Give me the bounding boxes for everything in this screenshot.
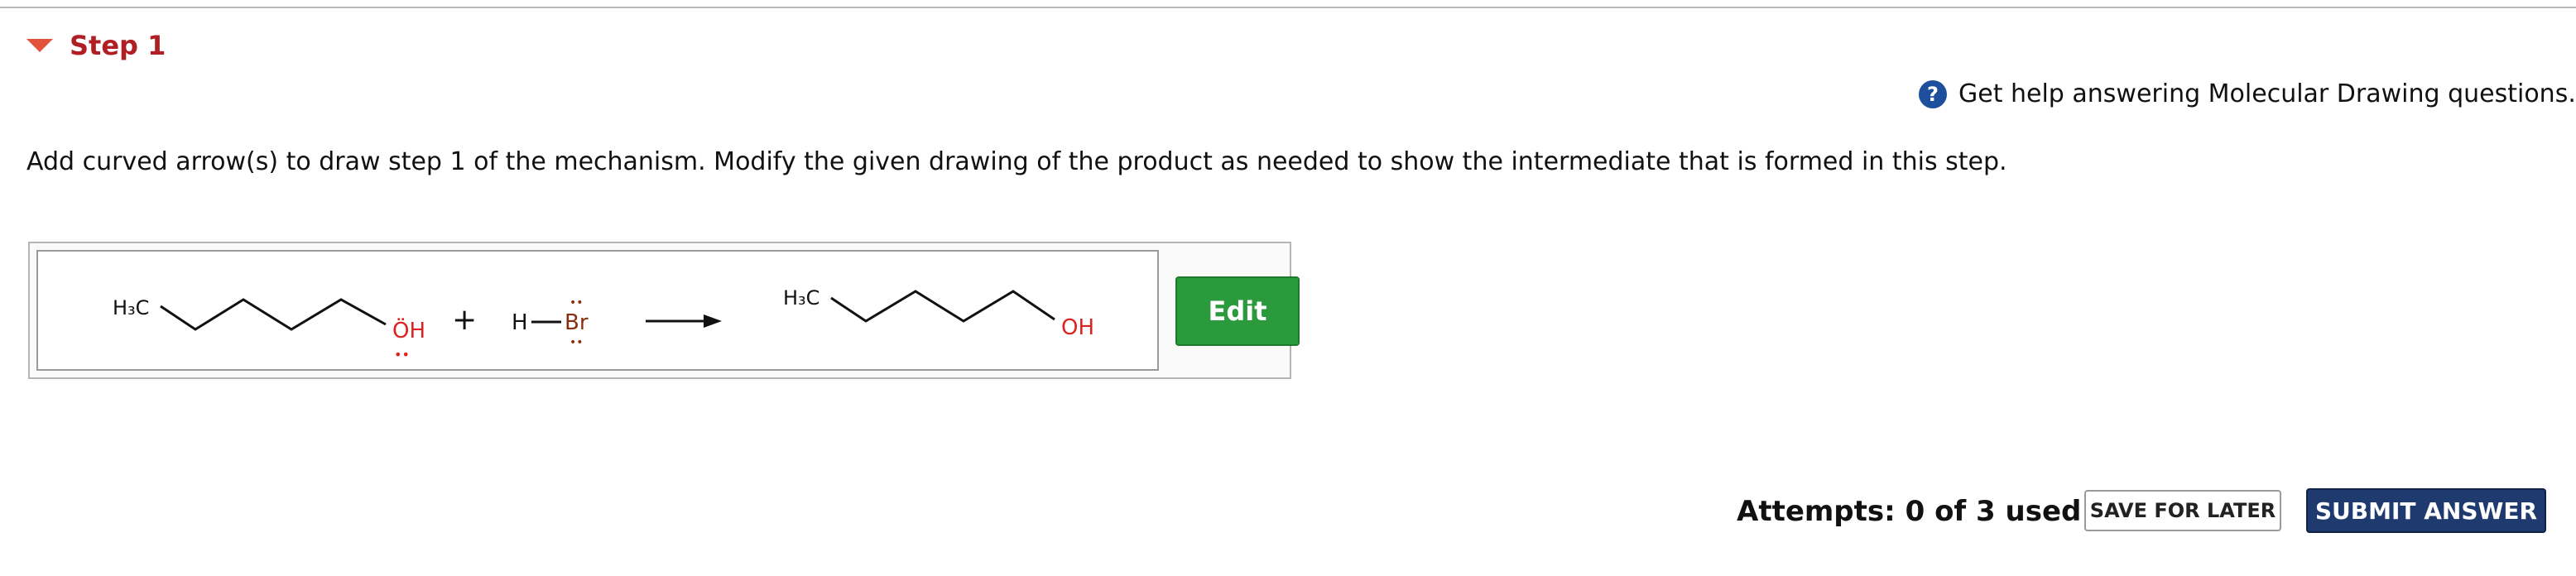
collapse-triangle-icon[interactable] <box>26 39 53 52</box>
p-carbon-chain <box>830 290 1055 323</box>
step-header[interactable]: Step 1 <box>26 30 166 61</box>
edit-button[interactable]: Edit <box>1175 276 1300 346</box>
save-for-later-button[interactable]: SAVE FOR LATER <box>2084 490 2281 531</box>
drawing-panel: H₃C ÖH •• + H Br •• •• H₃C OH Edit <box>28 242 1300 379</box>
r1-carbon-chain <box>160 298 387 331</box>
help-text[interactable]: Get help answering Molecular Drawing que… <box>1958 79 2576 108</box>
instructions-text: Add curved arrow(s) to draw step 1 of th… <box>26 147 2007 176</box>
top-divider <box>0 7 2576 8</box>
attempts-counter: Attempts: 0 of 3 used <box>1737 495 2082 528</box>
help-link[interactable]: ? Get help answering Molecular Drawing q… <box>1919 79 2576 108</box>
hbr-br-label: Br <box>565 310 589 335</box>
r1-methyl-label: H₃C <box>113 296 149 319</box>
submit-answer-button[interactable]: SUBMIT ANSWER <box>2306 488 2546 533</box>
question-icon[interactable]: ? <box>1919 79 1947 108</box>
molecule-canvas[interactable]: H₃C ÖH •• + H Br •• •• H₃C OH <box>36 250 1159 371</box>
hbr-h-label: H <box>512 310 528 335</box>
r1-lone-pair-dots: •• <box>394 347 410 362</box>
step-title: Step 1 <box>70 30 166 61</box>
p-oh-label: OH <box>1061 315 1094 340</box>
r1-oh-label: ÖH <box>392 317 425 343</box>
reaction-arrow-head <box>704 314 722 328</box>
reaction-scheme: H₃C ÖH •• + H Br •• •• H₃C OH <box>113 286 1094 362</box>
plus-sign: + <box>452 303 477 337</box>
p-methyl-label: H₃C <box>783 286 819 310</box>
br-lone-pair-bottom: •• <box>570 336 584 349</box>
br-lone-pair-top: •• <box>570 296 584 310</box>
